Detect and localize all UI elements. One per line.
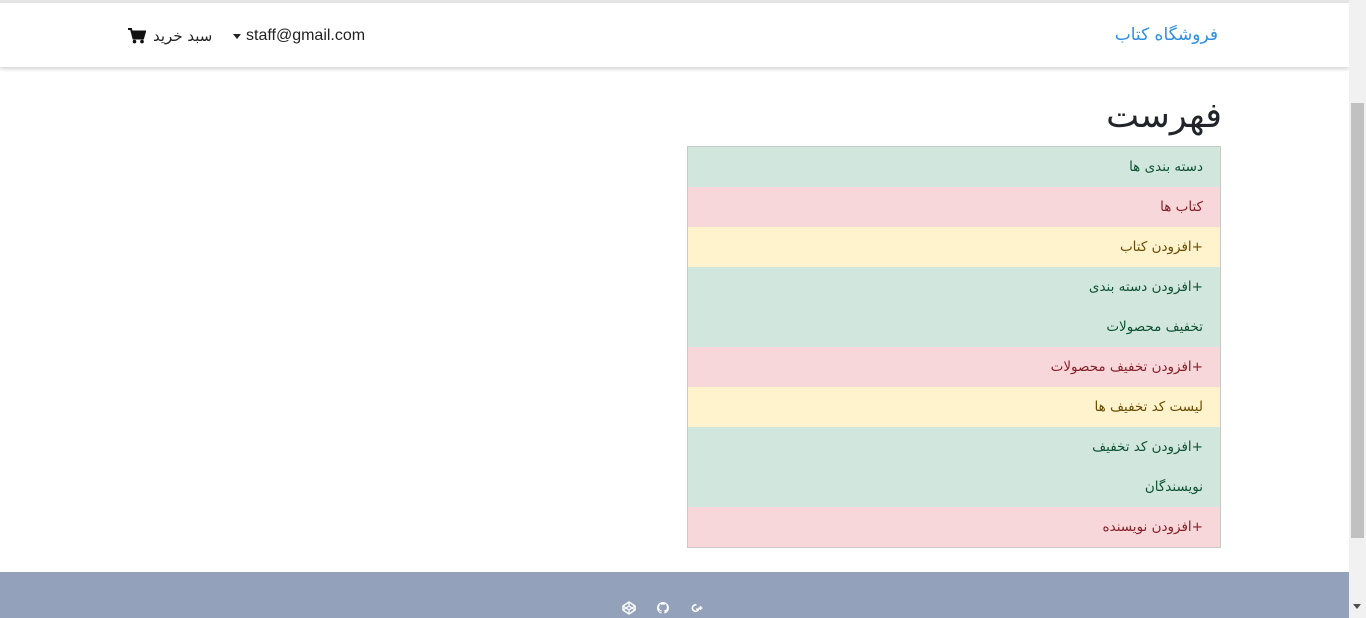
menu-item-discount-codes[interactable]: لیست کد تخفیف ها bbox=[688, 387, 1220, 427]
cart-link[interactable]: سبد خرید bbox=[128, 27, 212, 45]
google-plus-icon[interactable] bbox=[690, 601, 704, 615]
page-title: فهرست bbox=[1106, 96, 1222, 136]
brand-link[interactable]: فروشگاه کتاب bbox=[1115, 25, 1218, 45]
menu-item-categories[interactable]: دسته بندی ها bbox=[688, 147, 1220, 187]
codepen-icon[interactable] bbox=[622, 601, 636, 615]
menu-item-add-discount-code[interactable]: +افزودن کد تخفیف bbox=[688, 427, 1220, 467]
vertical-scrollbar[interactable] bbox=[1349, 0, 1366, 618]
footer-social-links bbox=[622, 601, 704, 615]
shopping-cart-icon bbox=[128, 28, 146, 44]
cart-label: سبد خرید bbox=[153, 27, 213, 45]
caret-down-icon bbox=[233, 33, 241, 39]
scrollbar-thumb[interactable] bbox=[1351, 103, 1364, 538]
menu-item-books[interactable]: کتاب ها bbox=[688, 187, 1220, 227]
menu-item-add-category[interactable]: +افزودن دسته بندی bbox=[688, 267, 1220, 307]
admin-menu-list: دسته بندی ها کتاب ها +افزودن کتاب +افزود… bbox=[687, 146, 1221, 548]
menu-item-add-product-discount[interactable]: +افزودن تخفیف محصولات bbox=[688, 347, 1220, 387]
footer bbox=[0, 572, 1349, 618]
menu-item-product-discounts[interactable]: تخفیف محصولات bbox=[688, 307, 1220, 347]
menu-item-add-author[interactable]: +افزودن نویسنده bbox=[688, 507, 1220, 547]
user-email: staff@gmail.com bbox=[246, 27, 366, 44]
github-icon[interactable] bbox=[656, 601, 670, 615]
navbar: فروشگاه کتاب staff@gmail.com سبد خرید bbox=[0, 3, 1349, 67]
scroll-down-arrow-icon[interactable] bbox=[1353, 604, 1361, 609]
user-dropdown[interactable]: staff@gmail.com bbox=[233, 27, 365, 45]
menu-item-add-book[interactable]: +افزودن کتاب bbox=[688, 227, 1220, 267]
menu-item-authors[interactable]: نویسندگان bbox=[688, 467, 1220, 507]
